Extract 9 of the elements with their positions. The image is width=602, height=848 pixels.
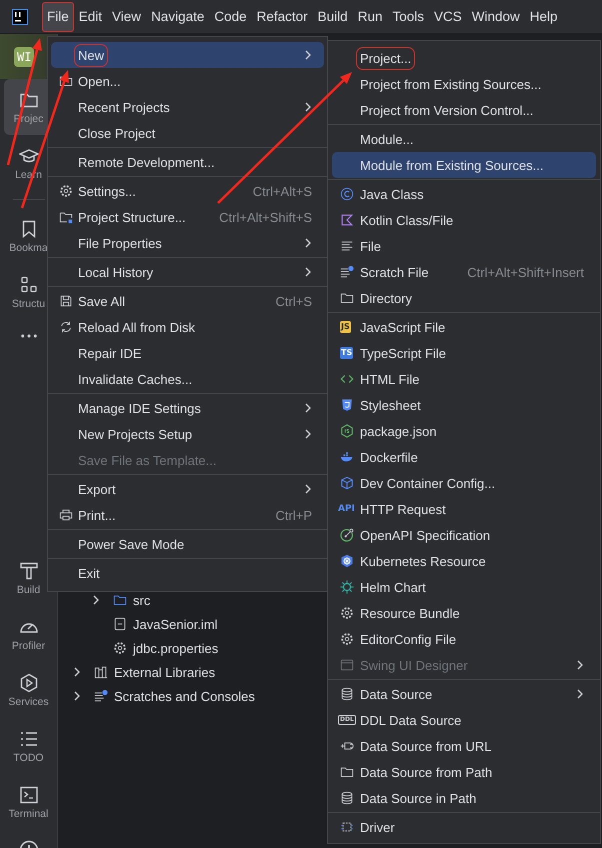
api-label: API bbox=[338, 503, 355, 515]
shortcut-text: Ctrl+P bbox=[274, 508, 312, 522]
shortcut-text: Ctrl+Alt+Shift+Insert bbox=[466, 264, 584, 280]
file-type-badge: TS bbox=[340, 347, 354, 359]
shortcut-text: Ctrl+S bbox=[274, 294, 312, 308]
file-type-badge: JS bbox=[340, 321, 351, 333]
shortcut-text: Ctrl+Alt+S bbox=[252, 184, 312, 198]
project-badge: WI bbox=[14, 46, 34, 66]
shortcut-text: Ctrl+Alt+Shift+S bbox=[218, 210, 312, 224]
